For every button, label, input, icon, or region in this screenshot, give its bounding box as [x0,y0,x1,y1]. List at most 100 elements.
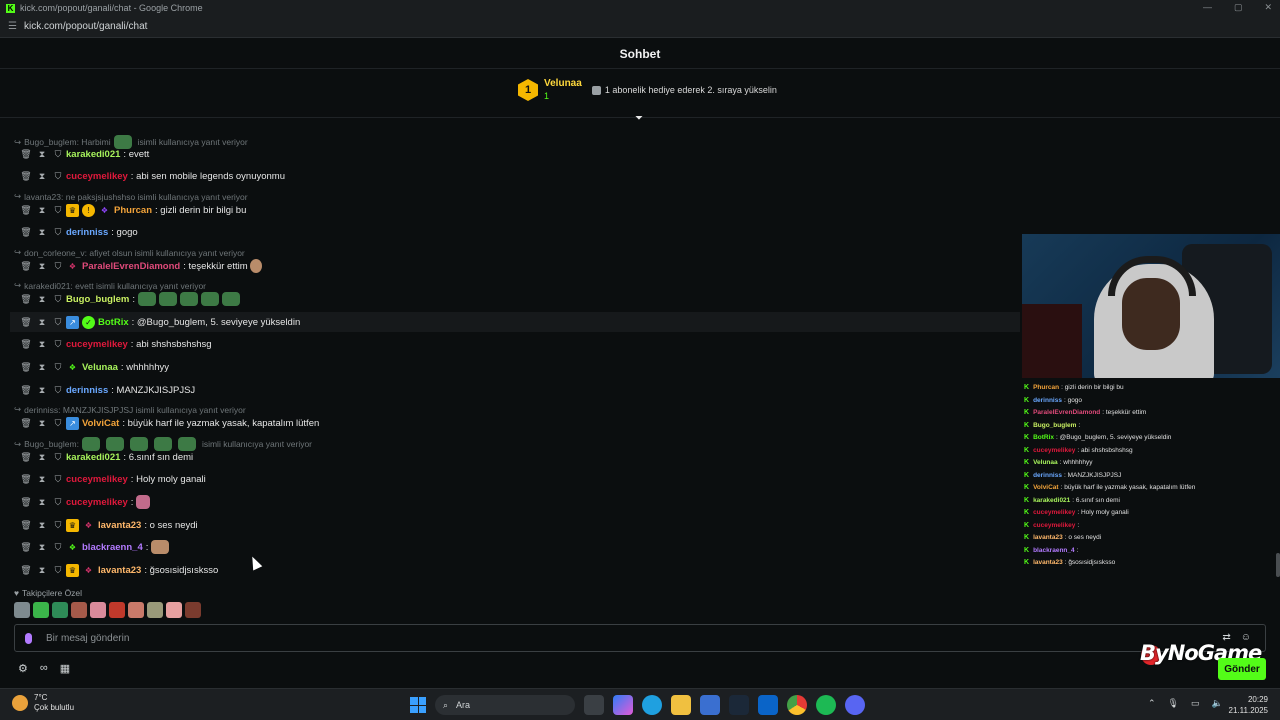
delete-icon[interactable]: 🗑 [18,497,34,508]
timeout-icon[interactable]: ⧗ [34,418,50,429]
chat-message[interactable]: 🗑 ⧗ ⛉ Bugo_buglem: [10,289,1020,309]
scroll-down-icon[interactable]: ⏷ [635,113,643,124]
delete-icon[interactable]: 🗑 [18,520,34,531]
delete-icon[interactable]: 🗑 [18,171,34,182]
emote-button[interactable] [14,602,30,618]
delete-icon[interactable]: 🗑 [18,339,34,350]
loop-icon[interactable]: ∞ [40,662,48,675]
chrome-icon[interactable] [787,695,807,715]
chat-message[interactable]: 🗑 ⧗ ⛉ ↗ VolviCat: büyük harf ile yazmak yasa… [10,413,1020,433]
ban-icon[interactable]: ⛉ [50,497,66,508]
ban-icon[interactable]: ⛉ [50,317,66,328]
ban-icon[interactable]: ⛉ [50,565,66,576]
network-icon[interactable]: ▭ [1191,698,1200,709]
chat-message[interactable]: 🗑 ⧗ ⛉ cuceymelikey: [10,492,1020,512]
ban-icon[interactable]: ⛉ [50,261,66,272]
taskbar-search[interactable]: ⌕ Ara [435,695,575,715]
chat-message[interactable]: 🗑 ⧗ ⛉ ❖ ParalelEvrenDiamond: teşekkür ettim [10,256,1020,276]
chat-message[interactable]: 🗑 ⧗ ⛉ cuceymelikey: abi shshsbshshsg [10,334,1020,354]
edge-icon[interactable] [642,695,662,715]
ban-icon[interactable]: ⛉ [50,542,66,553]
delete-icon[interactable]: 🗑 [18,385,34,396]
minimize-icon[interactable]: — [1203,2,1212,13]
username[interactable]: karakedi021 [66,452,120,463]
emote-button[interactable] [147,602,163,618]
ban-icon[interactable]: ⛉ [50,205,66,216]
timeout-icon[interactable]: ⧗ [34,317,50,328]
username[interactable]: karakedi021 [66,149,120,160]
store-app-icon[interactable] [700,695,720,715]
username[interactable]: ParalelEvrenDiamond [82,261,180,272]
username[interactable]: BotRix [98,317,129,328]
username[interactable]: lavanta23 [98,520,141,531]
outlook-icon[interactable] [758,695,778,715]
timeout-icon[interactable]: ⧗ [34,474,50,485]
emote-button[interactable] [166,602,182,618]
username[interactable]: blackraenn_4 [82,542,143,553]
username[interactable]: cuceymelikey [66,339,128,350]
timeout-icon[interactable]: ⧗ [34,497,50,508]
ban-icon[interactable]: ⛉ [50,149,66,160]
ban-icon[interactable]: ⛉ [50,294,66,305]
emote-button[interactable] [52,602,68,618]
chat-message[interactable]: 🗑 ⧗ ⛉ ❖ blackraenn_4: [10,537,1020,557]
chat-message[interactable]: 🗑 ⧗ ⛉ cuceymelikey: abi sen mobile legends … [10,166,1020,186]
emote-button[interactable] [109,602,125,618]
username[interactable]: Phurcan [114,205,152,216]
restore-icon[interactable]: ▢ [1234,2,1243,13]
ban-icon[interactable]: ⛉ [50,385,66,396]
delete-icon[interactable]: 🗑 [18,149,34,160]
timeout-icon[interactable]: ⧗ [34,565,50,576]
timeout-icon[interactable]: ⧗ [34,520,50,531]
delete-icon[interactable]: 🗑 [18,452,34,463]
clock[interactable]: 20:29 21.11.2025 [1228,694,1268,716]
discord-icon[interactable] [845,695,865,715]
chat-message[interactable]: 🗑 ⧗ ⛉ karakedi021: evett [10,144,1020,164]
emote-button[interactable] [128,602,144,618]
url-text[interactable]: kick.com/popout/ganali/chat [24,21,147,32]
emote-button[interactable] [185,602,201,618]
volume-icon[interactable]: 🔈 [1212,698,1223,709]
ban-icon[interactable]: ⛉ [50,452,66,463]
ban-icon[interactable]: ⛉ [50,418,66,429]
emote-button[interactable] [90,602,106,618]
timeout-icon[interactable]: ⧗ [34,294,50,305]
username[interactable]: derinniss [66,385,108,396]
timeout-icon[interactable]: ⧗ [34,452,50,463]
ban-icon[interactable]: ⛉ [50,474,66,485]
emote-button[interactable] [33,602,49,618]
address-bar[interactable]: ☰ kick.com/popout/ganali/chat [0,16,1280,38]
username[interactable]: lavanta23 [98,565,141,576]
chat-message[interactable]: 🗑 ⧗ ⛉ ♛ ❖ lavanta23: o ses neydi [10,515,1020,535]
mic-icon[interactable] [25,632,32,644]
ban-icon[interactable]: ⛉ [50,362,66,373]
timeout-icon[interactable]: ⧗ [34,171,50,182]
delete-icon[interactable]: 🗑 [18,317,34,328]
top-gifter-name[interactable]: Velunaa [544,78,582,90]
file-explorer-icon[interactable] [671,695,691,715]
chat-message[interactable]: 🗑 ⧗ ⛉ ↗ ✓ BotRix: @Bugo_buglem, 5. seviyeye y… [10,312,1020,332]
timeout-icon[interactable]: ⧗ [34,542,50,553]
timeout-icon[interactable]: ⧗ [34,149,50,160]
username[interactable]: cuceymelikey [66,171,128,182]
delete-icon[interactable]: 🗑 [18,294,34,305]
username[interactable]: cuceymelikey [66,497,128,508]
close-icon[interactable]: ✕ [1264,2,1272,13]
spotify-icon[interactable] [816,695,836,715]
username[interactable]: Velunaa [82,362,118,373]
chat-message[interactable]: 🗑 ⧗ ⛉ derinniss: MANZJKJISJPJSJ [10,380,1020,400]
chat-input-placeholder[interactable]: Bir mesaj gönderin [46,633,129,644]
timeout-icon[interactable]: ⧗ [34,385,50,396]
store-icon[interactable]: ▦ [60,662,70,675]
delete-icon[interactable]: 🗑 [18,542,34,553]
timeout-icon[interactable]: ⧗ [34,205,50,216]
weather-widget[interactable]: 7°C Çok bulutlu [12,693,74,713]
ban-icon[interactable]: ⛉ [50,339,66,350]
delete-icon[interactable]: 🗑 [18,261,34,272]
steam-icon[interactable] [729,695,749,715]
delete-icon[interactable]: 🗑 [18,362,34,373]
username[interactable]: derinniss [66,227,108,238]
emote-button[interactable] [71,602,87,618]
delete-icon[interactable]: 🗑 [18,205,34,216]
ban-icon[interactable]: ⛉ [50,520,66,531]
